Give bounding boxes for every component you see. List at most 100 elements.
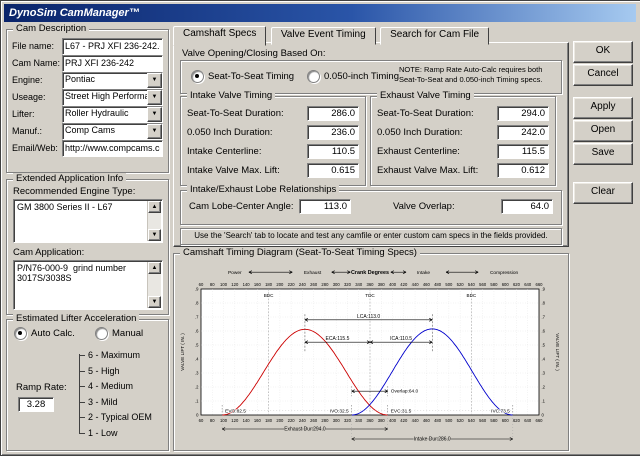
exhaust-max-lift-label: Exhaust Valve Max. Lift: [377,165,479,176]
file-name-input[interactable] [62,37,163,55]
tab-valve-event-timing[interactable]: Valve Event Timing [270,27,376,45]
exhaust-centerline-value[interactable]: 115.5 [497,144,549,159]
exhaust-050-duration-value[interactable]: 242.0 [497,125,549,140]
svg-text:ICA:110.5: ICA:110.5 [390,336,412,342]
inch-timing-radio[interactable] [307,70,320,83]
title-bar[interactable]: DynoSim CamManager™ [4,4,636,22]
seat-timing-radio[interactable] [191,70,204,83]
field-row: Manuf.: Comp Cams ▼ [12,122,163,140]
manual-option: Manual [95,327,143,340]
svg-text:Exhaust: Exhaust [304,270,322,276]
chevron-down-icon[interactable]: ▼ [147,72,162,88]
svg-text:460: 460 [423,282,431,287]
svg-text:200: 200 [276,418,284,423]
tab-search-for-cam-file[interactable]: Search for Cam File [380,27,490,45]
svg-text:.5: .5 [195,343,199,348]
intake-050-duration-label: 0.050 Inch Duration: [187,127,273,138]
svg-text:220: 220 [288,282,296,287]
field-row: File name: [12,37,163,55]
lifter-accel-scale: 6 - Maximum 5 - High 4 - Medium 3 - Mild… [71,348,165,441]
scroll-down-icon[interactable]: ▼ [148,229,161,241]
lifter-select[interactable]: Roller Hydraulic ▼ [62,105,163,123]
camshaft-timing-chart: 6060808010010012012014014016016018018020… [180,270,560,443]
svg-text:100: 100 [220,282,228,287]
chevron-down-icon[interactable]: ▼ [147,106,162,122]
usage-select[interactable]: Street High Performance ▼ [62,88,163,106]
svg-text:.2: .2 [542,385,546,390]
cam-application-textarea[interactable]: P/N76-000-9 grind number 3017S/3038S [15,262,151,310]
manufacturer-label: Manuf.: [12,126,43,136]
email-web-input[interactable] [62,139,163,157]
svg-text:160: 160 [254,282,262,287]
chevron-down-icon[interactable]: ▼ [147,123,162,139]
exhaust-s2s-duration-value[interactable]: 294.0 [497,106,549,121]
window-title: DynoSim CamManager™ [9,7,140,19]
svg-text:520: 520 [457,418,465,423]
file-name-label: File name: [12,41,55,51]
svg-text:580: 580 [490,418,498,423]
intake-centerline-value[interactable]: 110.5 [307,144,359,159]
ok-button[interactable]: OK [573,41,633,63]
svg-text:640: 640 [524,418,532,423]
intake-s2s-duration-value[interactable]: 286.0 [307,106,359,121]
svg-text:500: 500 [445,282,453,287]
seat-timing-option: Seat-To-Seat Timing [191,70,294,83]
lifter-label: Lifter: [12,109,35,119]
scale-item: 4 - Medium [71,379,165,395]
intake-s2s-duration-label: Seat-To-Seat Duration: [187,108,284,119]
svg-text:340: 340 [355,418,363,423]
manufacturer-select[interactable]: Comp Cams ▼ [62,122,163,140]
save-button[interactable]: Save [573,143,633,165]
svg-text:540: 540 [468,418,476,423]
chevron-down-icon[interactable]: ▼ [147,89,162,105]
intake-max-lift-value[interactable]: 0.615 [307,163,359,178]
svg-text:.8: .8 [542,301,546,306]
valve-overlap-value[interactable]: 64.0 [501,199,553,214]
intake-centerline-label: Intake Centerline: [187,146,262,157]
svg-text:400: 400 [389,418,397,423]
engine-select[interactable]: Pontiac ▼ [62,71,163,89]
engine-type-field: GM 3800 Series II - L67 ▲ ▼ [13,199,163,243]
scrollbar-track[interactable]: ▲ ▼ [147,262,161,308]
lifter-accel-group: Estimated Lifter Acceleration Auto Calc.… [6,313,169,451]
lifter-value: Roller Hydraulic [65,107,129,118]
lobe-center-value[interactable]: 113.0 [299,199,351,214]
scroll-down-icon[interactable]: ▼ [148,296,161,308]
engine-value: Pontiac [65,73,96,84]
svg-text:Crank Degrees: Crank Degrees [351,270,389,276]
exhaust-max-lift-value[interactable]: 0.612 [497,163,549,178]
svg-text:180: 180 [265,282,273,287]
dynosim-cammanager-window: DynoSim CamManager™ Cam Description File… [0,0,640,456]
cam-name-input[interactable] [62,54,163,72]
apply-button[interactable]: Apply [573,97,633,119]
scrollbar-track[interactable]: ▲ ▼ [147,201,161,241]
svg-text:560: 560 [479,418,487,423]
extended-info-group: Extended Application Info Recommended En… [6,173,169,315]
svg-text:620: 620 [513,418,521,423]
tab-camshaft-specs[interactable]: Camshaft Specs [173,26,267,46]
intake-050-duration-value[interactable]: 236.0 [307,125,359,140]
cam-name-label: Cam Name: [12,58,61,68]
open-button[interactable]: Open [573,120,633,142]
svg-text:160: 160 [254,418,262,423]
scroll-up-icon[interactable]: ▲ [148,262,161,274]
auto-calc-radio[interactable] [14,327,27,340]
ramp-rate-value[interactable]: 3.28 [18,397,54,412]
svg-text:60: 60 [199,282,204,287]
email-web-label: Email/Web: [12,143,58,153]
valve-overlap-label: Valve Overlap: [393,201,455,212]
lifter-accel-title: Estimated Lifter Acceleration [13,313,140,324]
svg-text:.3: .3 [195,371,199,376]
inch-timing-option: 0.050-inch Timing [307,70,399,83]
engine-type-textarea[interactable]: GM 3800 Series II - L67 [15,201,151,243]
svg-text:320: 320 [344,418,352,423]
cancel-button[interactable]: Cancel [573,64,633,86]
scroll-up-icon[interactable]: ▲ [148,201,161,213]
clear-button[interactable]: Clear [573,182,633,204]
svg-text:360: 360 [367,418,375,423]
usage-label: Useage: [12,92,46,102]
based-on-label: Valve Opening/Closing Based On: [182,48,326,59]
svg-text:Intake Dur:286.0: Intake Dur:286.0 [414,437,451,443]
svg-text:300: 300 [333,282,341,287]
manual-radio[interactable] [95,327,108,340]
